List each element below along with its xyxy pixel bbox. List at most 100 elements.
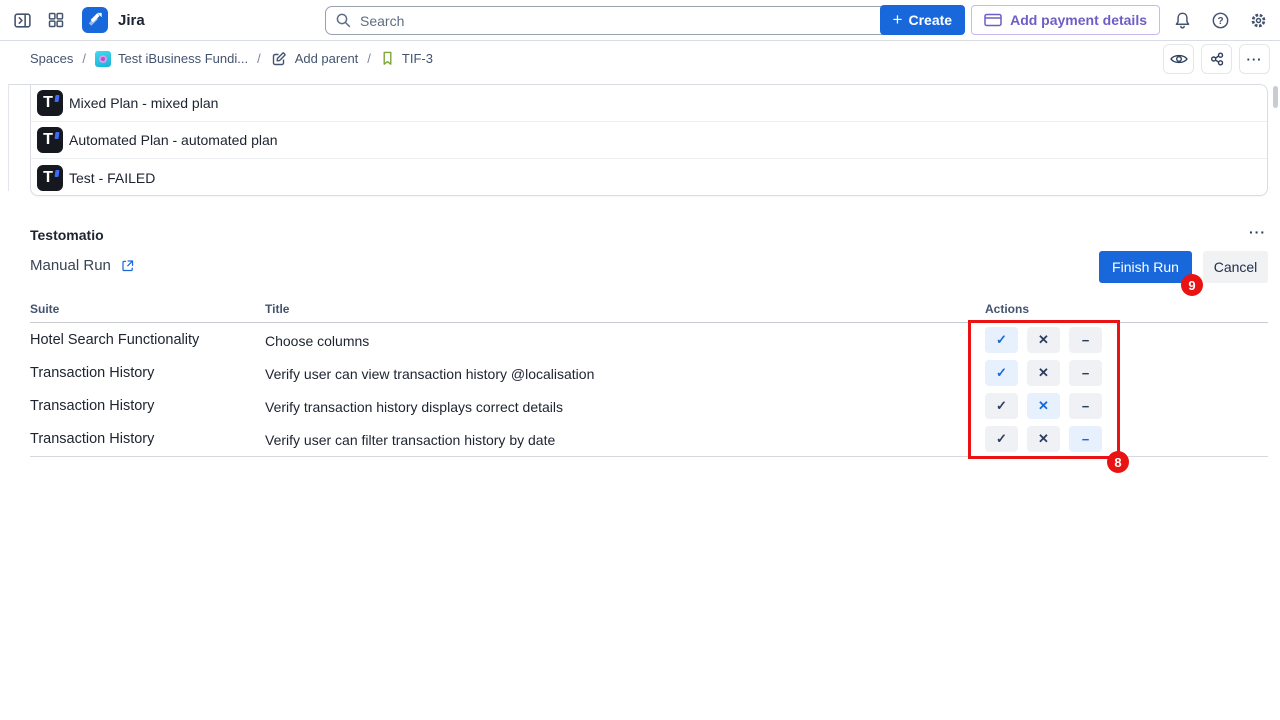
suite-cell: Transaction History xyxy=(30,398,154,414)
column-header-title: Title xyxy=(265,302,289,316)
pass-button[interactable]: ✓ xyxy=(985,327,1018,353)
help-icon: ? xyxy=(1211,11,1230,30)
collapse-sidebar-icon xyxy=(13,11,32,30)
divider xyxy=(8,84,9,191)
app-switcher-icon xyxy=(47,11,65,29)
annotation-step-badge: 8 xyxy=(1107,451,1129,473)
more-icon: ··· xyxy=(1247,52,1263,67)
plan-title: Mixed Plan - mixed plan xyxy=(69,95,218,111)
search-input[interactable] xyxy=(325,6,900,35)
external-link-icon[interactable] xyxy=(120,258,135,273)
collapse-sidebar-button[interactable] xyxy=(6,4,38,36)
fail-button[interactable]: ✕ xyxy=(1027,393,1060,419)
cancel-button[interactable]: Cancel xyxy=(1203,251,1268,283)
fail-button[interactable]: ✕ xyxy=(1027,360,1060,386)
add-payment-details-button[interactable]: Add payment details xyxy=(971,5,1160,35)
top-navigation-bar: Jira + Create Add xyxy=(0,0,1280,41)
logo-letter: T xyxy=(37,165,59,191)
breadcrumb-separator: / xyxy=(82,51,86,66)
help-button[interactable]: ? xyxy=(1204,4,1236,36)
suite-cell: Hotel Search Functionality xyxy=(30,332,199,348)
plan-title: Automated Plan - automated plan xyxy=(69,132,278,148)
section-more-button[interactable]: ··· xyxy=(1249,224,1266,240)
run-title: Manual Run xyxy=(30,257,111,274)
title-cell: Choose columns xyxy=(265,333,369,349)
column-header-suite: Suite xyxy=(30,302,59,316)
jira-logo[interactable] xyxy=(82,7,108,33)
topbar-left-group: Jira xyxy=(6,0,145,40)
search-icon xyxy=(335,12,352,29)
title-cell: Verify user can view transaction history… xyxy=(265,366,594,382)
breadcrumb-spaces[interactable]: Spaces xyxy=(30,51,73,66)
annotation-step-badge: 9 xyxy=(1181,274,1203,296)
plan-title: Test - FAILED xyxy=(69,170,155,186)
pass-button[interactable]: ✓ xyxy=(985,426,1018,452)
title-cell: Verify transaction history displays corr… xyxy=(265,399,563,415)
breadcrumb: Spaces / Test iBusiness Fundi... / Add p… xyxy=(30,41,433,76)
testomatio-logo-icon: T xyxy=(37,90,63,116)
create-button[interactable]: + Create xyxy=(880,5,966,35)
edit-pencil-icon xyxy=(270,50,288,68)
skip-button[interactable]: − xyxy=(1069,360,1102,386)
table-row: Transaction History Verify user can view… xyxy=(30,357,1268,390)
bookmark-icon xyxy=(380,50,395,67)
section-title: Testomatio xyxy=(30,227,104,243)
skip-button[interactable]: − xyxy=(1069,426,1102,452)
bell-icon xyxy=(1173,11,1192,30)
credit-card-icon xyxy=(984,13,1002,27)
logo-letter: T xyxy=(37,90,59,116)
skip-button[interactable]: − xyxy=(1069,327,1102,353)
pass-button[interactable]: ✓ xyxy=(985,393,1018,419)
fail-button[interactable]: ✕ xyxy=(1027,426,1060,452)
app-name: Jira xyxy=(118,12,145,29)
list-item-plan[interactable]: T Mixed Plan - mixed plan xyxy=(31,85,1267,122)
list-item-plan[interactable]: T Test - FAILED xyxy=(31,159,1267,196)
notifications-button[interactable] xyxy=(1166,4,1198,36)
testomatio-logo-icon: T xyxy=(37,165,63,191)
breadcrumb-separator: / xyxy=(367,51,371,66)
gear-icon xyxy=(1249,11,1268,30)
page-header-actions: ··· xyxy=(1163,44,1270,74)
svg-text:?: ? xyxy=(1217,15,1223,26)
breadcrumb-add-parent[interactable]: Add parent xyxy=(270,50,359,68)
share-button[interactable] xyxy=(1201,44,1232,74)
row-actions: ✓ ✕ − xyxy=(985,360,1102,386)
list-item-plan[interactable]: T Automated Plan - automated plan xyxy=(31,122,1267,159)
breadcrumb-space[interactable]: Test iBusiness Fundi... xyxy=(95,51,248,67)
table-row: Transaction History Verify transaction h… xyxy=(30,390,1268,423)
divider xyxy=(8,84,30,85)
pass-button[interactable]: ✓ xyxy=(985,360,1018,386)
row-actions: ✓ ✕ − xyxy=(985,393,1102,419)
scrollbar-thumb[interactable] xyxy=(1273,86,1278,108)
table-row: Transaction History Verify user can filt… xyxy=(30,423,1268,456)
app-switcher-button[interactable] xyxy=(40,4,72,36)
create-button-label: Create xyxy=(908,12,952,28)
title-cell: Verify user can filter transaction histo… xyxy=(265,432,555,448)
breadcrumb-page[interactable]: TIF-3 xyxy=(380,50,433,67)
breadcrumb-page-label: TIF-3 xyxy=(402,51,433,66)
testomatio-logo-icon: T xyxy=(37,127,63,153)
test-plans-list: T Mixed Plan - mixed plan T Automated Pl… xyxy=(30,84,1268,196)
skip-button[interactable]: − xyxy=(1069,393,1102,419)
global-search xyxy=(325,6,900,35)
space-avatar xyxy=(95,51,111,67)
fail-button[interactable]: ✕ xyxy=(1027,327,1060,353)
logo-letter: T xyxy=(37,127,59,153)
breadcrumb-separator: / xyxy=(257,51,261,66)
row-actions: ✓ ✕ − xyxy=(985,327,1102,353)
more-actions-button[interactable]: ··· xyxy=(1239,44,1270,74)
table-row: Hotel Search Functionality Choose column… xyxy=(30,324,1268,357)
finish-run-button[interactable]: Finish Run xyxy=(1099,251,1192,283)
payment-button-label: Add payment details xyxy=(1010,12,1147,28)
suite-cell: Transaction History xyxy=(30,365,154,381)
settings-button[interactable] xyxy=(1242,4,1274,36)
plus-icon: + xyxy=(893,11,903,28)
row-actions: ✓ ✕ − xyxy=(985,426,1102,452)
table-header-divider xyxy=(30,322,1268,323)
suite-cell: Transaction History xyxy=(30,431,154,447)
topbar-right-group: + Create Add payment details xyxy=(880,0,1274,40)
breadcrumb-space-label: Test iBusiness Fundi... xyxy=(118,51,248,66)
page-header-bar: Spaces / Test iBusiness Fundi... / Add p… xyxy=(0,41,1280,76)
watch-button[interactable] xyxy=(1163,44,1194,74)
run-header: Manual Run xyxy=(30,257,135,274)
